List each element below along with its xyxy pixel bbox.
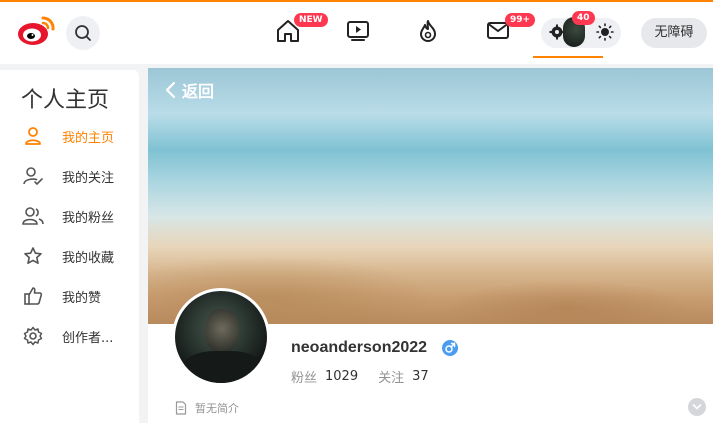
sidebar-item-label: 我的粉丝 — [62, 210, 115, 226]
sidebar-item-favorites[interactable]: 我的收藏 — [20, 242, 130, 270]
following-count[interactable]: 37 — [412, 369, 429, 384]
back-button[interactable]: 返回 — [164, 78, 214, 102]
sidebar-item-my-home[interactable]: 我的主页 — [20, 122, 130, 150]
nav-hot[interactable] — [413, 16, 443, 46]
search-icon — [75, 25, 91, 41]
chevron-left-icon — [165, 81, 176, 99]
sidebar-item-following[interactable]: 我的关注 — [20, 162, 130, 190]
document-icon — [175, 401, 187, 415]
avatar-coat — [183, 351, 263, 383]
profile-username: neoanderson2022 — [291, 339, 428, 356]
back-label: 返回 — [182, 82, 215, 101]
video-icon — [347, 21, 369, 41]
sidebar-item-label: 我的赞 — [62, 290, 102, 306]
sun-icon — [596, 23, 614, 41]
sidebar-item-label: 创作者... — [62, 330, 114, 346]
fans-label[interactable]: 粉丝 — [291, 367, 317, 386]
messages-count-badge: 99+ — [505, 13, 536, 27]
sidebar-item-fans[interactable]: 我的粉丝 — [20, 202, 130, 230]
sidebar-item-likes[interactable]: 我的赞 — [20, 282, 130, 310]
top-nav-bar: NEW 99+ 40 无障碍 — [0, 2, 713, 64]
sidebar-item-creator[interactable]: 创作者... — [20, 322, 130, 350]
following-label[interactable]: 关注 — [378, 367, 404, 386]
fans-count[interactable]: 1029 — [325, 369, 358, 384]
search-button[interactable] — [66, 16, 100, 50]
profile-bio: 暂无简介 — [175, 400, 239, 416]
weibo-logo[interactable] — [16, 12, 58, 48]
profile-stats: 粉丝 1029 关注 37 — [291, 367, 449, 386]
male-gender-icon — [442, 340, 458, 356]
chevron-down-icon — [692, 404, 702, 410]
active-tab-indicator — [533, 56, 603, 58]
expand-button[interactable] — [688, 398, 706, 416]
avatar-face — [205, 309, 239, 353]
sidebar-item-label: 我的收藏 — [62, 250, 115, 266]
bio-text: 暂无简介 — [195, 402, 239, 415]
sidebar-item-label: 我的主页 — [62, 130, 115, 146]
settings-count-badge: 40 — [572, 11, 595, 25]
gear-icon — [20, 324, 46, 348]
thumbs-up-icon — [20, 284, 46, 308]
profile-cover-image — [148, 68, 713, 324]
accessibility-button[interactable]: 无障碍 — [641, 18, 707, 48]
star-icon — [20, 244, 46, 268]
person-icon — [20, 124, 46, 148]
profile-card: 返回 neoanderson2022 粉丝 1029 关注 37 暂无简介 — [148, 68, 713, 423]
people-icon — [20, 204, 46, 228]
nav-video[interactable] — [343, 16, 373, 46]
profile-avatar[interactable] — [172, 288, 270, 386]
hot-icon — [420, 20, 436, 42]
sidebar-item-label: 我的关注 — [62, 170, 115, 186]
home-new-badge: NEW — [294, 13, 328, 27]
person-check-icon — [20, 164, 46, 188]
sidebar-title: 个人主页 — [21, 88, 110, 113]
sidebar: 个人主页 我的主页 我的关注 我的粉丝 我的收藏 我的赞 创作者... — [0, 70, 139, 423]
theme-toggle[interactable] — [594, 21, 616, 43]
